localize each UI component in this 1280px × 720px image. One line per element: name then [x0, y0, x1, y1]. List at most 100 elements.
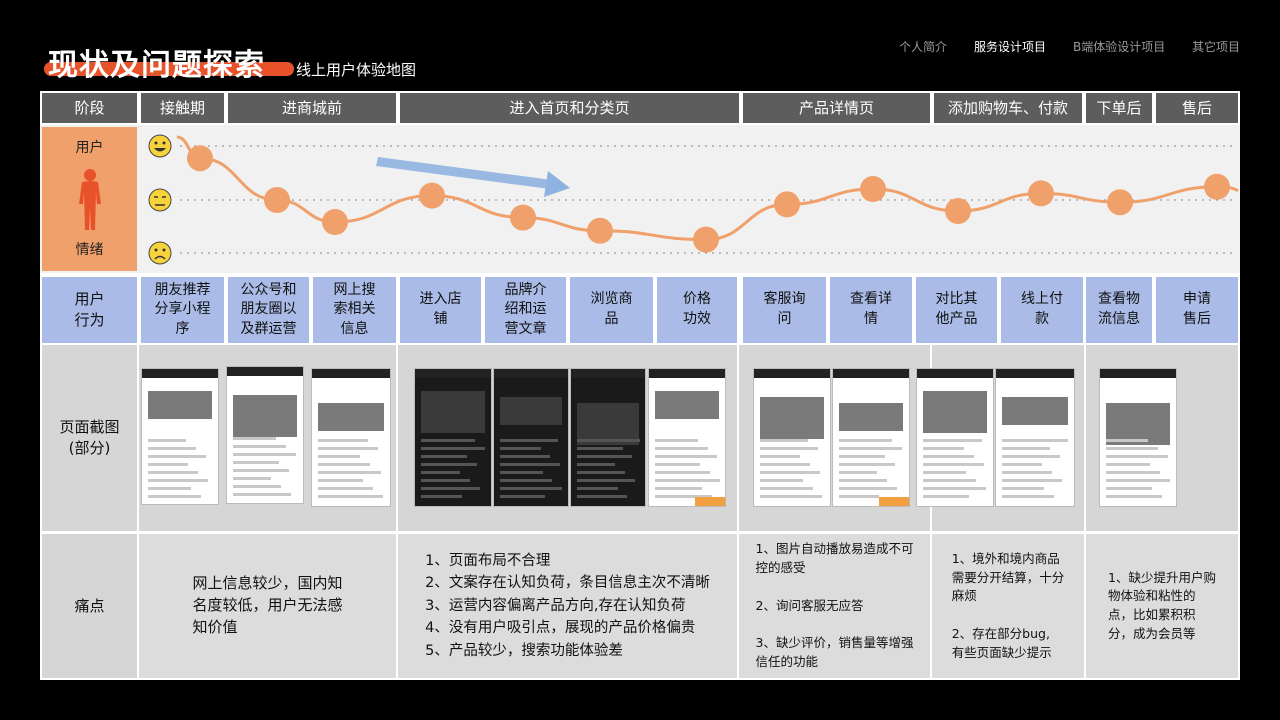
pain-text: 2、文案存在认知负荷，条目信息主次不清晰: [425, 575, 710, 592]
emotion-point-13: [1204, 173, 1230, 200]
page-screenshot-11: [995, 368, 1075, 507]
screens-label: 页面截图 (部分): [42, 345, 137, 531]
nav-b-side-design[interactable]: B端体验设计项目: [1073, 38, 1165, 55]
nav-service-design[interactable]: 服务设计项目: [974, 38, 1046, 55]
behavior-text: 朋友圈以: [240, 301, 297, 318]
emotion-point-12: [1107, 189, 1133, 216]
behavior-text: 问: [777, 311, 792, 327]
emotion-point-3: [322, 209, 348, 235]
page-screenshot-1: [141, 368, 219, 505]
stage-after-order: 下单后: [1086, 93, 1152, 123]
pain-text: 分，成为会员等: [1108, 625, 1196, 641]
stage-home-category: 进入首页和分类页: [400, 93, 739, 123]
pain-text: 2、存在部分bug,: [951, 625, 1050, 641]
behavior-text: 款: [1035, 311, 1049, 327]
stage-cart-pay: 添加购物车、付款: [934, 93, 1082, 123]
page-screenshot-3: [311, 368, 391, 507]
behavior-text: 情: [864, 311, 878, 327]
pain-text: 1、境外和境内商品: [951, 550, 1060, 566]
behavior-text: 绍和运: [504, 301, 547, 318]
emotion-point-10: [945, 198, 971, 224]
behavior-9: 查看详情: [830, 277, 912, 343]
behavior-text: 品牌介: [504, 281, 547, 298]
behavior-text: 分享小程序: [154, 301, 211, 337]
behavior-text: 品: [604, 311, 619, 327]
page-screenshot-7: [648, 368, 726, 507]
emotion-point-5: [510, 204, 536, 231]
emotion-point-11: [1028, 180, 1054, 207]
page-screenshot-12: [1099, 368, 1177, 507]
behavior-text: 对比其: [935, 291, 978, 308]
behavior-text: 查看详: [850, 291, 892, 308]
pain-text: 点，比如累积积: [1108, 607, 1196, 622]
behavior-text: 他产品: [935, 311, 978, 327]
emotion-curve-chart: [148, 134, 1239, 265]
page-screenshot-2: [226, 366, 304, 504]
pain-text: 4、没有用户吸引点，展现的产品价格偏贵: [425, 620, 696, 637]
behavior-8: 客服询问: [743, 277, 826, 343]
pain-text: 网上信息较少，国内知: [192, 574, 343, 593]
behavior-text: 查看物: [1098, 291, 1140, 308]
behavior-5: 品牌介 绍和运 营文章: [485, 277, 566, 343]
nav-other-projects[interactable]: 其它项目: [1192, 38, 1240, 55]
behavior-text: 流信息: [1098, 311, 1140, 327]
pain-cell-home: 1、页面布局不合理 2、文案存在认知负荷，条目信息主次不清晰 3、运营内容偏离产品方…: [398, 534, 737, 678]
emotion-point-1: [187, 145, 213, 172]
behavior-10: 对比其 他产品: [916, 277, 997, 343]
pain-text: 物体验和粘性的: [1108, 588, 1196, 604]
behavior-13: 申请 售后: [1156, 277, 1238, 343]
behavior-1: 朋友推荐 分享小程序: [141, 277, 224, 343]
behavior-3: 网上搜 索相关 信息: [313, 277, 396, 343]
behavior-text: 价格: [683, 291, 711, 308]
behavior-7: 价格 功效: [657, 277, 737, 343]
stage-contact: 接触期: [141, 93, 224, 123]
behavior-text: 公众号和: [240, 281, 297, 298]
behavior-text: 信息: [340, 320, 369, 337]
behavior-text: 客服询: [763, 291, 806, 308]
screens-label-line2: (部分): [68, 439, 111, 457]
pain-cell-after: 1、缺少提升用户购 物体验和粘性的 点，比如累积积 分，成为会员等: [1086, 534, 1238, 678]
behavior-text: 线上付: [1021, 291, 1063, 308]
emotion-point-4: [419, 182, 445, 209]
happy-face-icon: [148, 134, 172, 158]
page-screenshot-5: [493, 368, 569, 507]
pain-text: 有些页面缺少提示: [951, 644, 1052, 660]
pain-text: 2、询问客服无应答: [755, 597, 864, 613]
pain-text: 信任的功能: [755, 653, 819, 669]
behavior-text: 铺: [433, 311, 448, 327]
stage-after-sales: 售后: [1156, 93, 1238, 123]
behavior-label-line2: 行为: [74, 311, 105, 329]
page-subtitle: 线上用户体验地图: [296, 61, 417, 79]
page-screenshot-6: [570, 368, 646, 507]
emotion-point-6: [587, 217, 613, 244]
journey-map: 阶段 接触期 进商城前 进入首页和分类页 产品详情页 添加购物车、付款 下单后 …: [40, 91, 1240, 680]
pain-text: 名度较低，用户无法感: [192, 596, 343, 615]
nav-personal[interactable]: 个人简介: [899, 38, 947, 55]
pain-label: 痛点: [42, 534, 137, 678]
behavior-6: 浏览商品: [570, 277, 653, 343]
emotion-point-9: [860, 176, 886, 202]
behavior-text: 索相关: [333, 301, 376, 318]
behavior-label: 用户 行为: [42, 277, 137, 343]
pain-text: 控的感受: [755, 560, 806, 576]
behavior-text: 营文章: [504, 320, 547, 337]
page-screenshot-8: [753, 368, 831, 507]
pain-text: 3、运营内容偏离产品方向,存在认知负荷: [425, 597, 686, 614]
behavior-text: 及群运营: [240, 320, 297, 337]
stage-product-detail: 产品详情页: [743, 93, 930, 123]
pain-cell-contact: 网上信息较少，国内知 名度较低，用户无法感 知价值: [139, 534, 396, 678]
emotion-point-8: [774, 191, 800, 218]
behavior-12: 查看物 流信息: [1086, 277, 1152, 343]
pain-text: 3、缺少评价，销售量等增强: [755, 635, 914, 651]
behavior-text: 浏览商: [590, 291, 633, 308]
behavior-11: 线上付款: [1001, 277, 1083, 343]
pain-text: 需要分开结算，十分: [951, 569, 1065, 585]
pain-cell-cart: 1、境外和境内商品 需要分开结算，十分 麻烦 2、存在部分bug, 有些页面缺少提示: [932, 534, 1084, 678]
trend-arrow: [376, 157, 570, 197]
behavior-4: 进入店铺: [400, 277, 481, 343]
emotion-point-7: [693, 226, 719, 253]
pain-text: 5、产品较少，搜索功能体验差: [425, 642, 623, 659]
screens-label-line1: 页面截图: [59, 418, 120, 436]
sad-face-icon: [148, 241, 172, 265]
page-screenshot-9: [832, 368, 910, 507]
